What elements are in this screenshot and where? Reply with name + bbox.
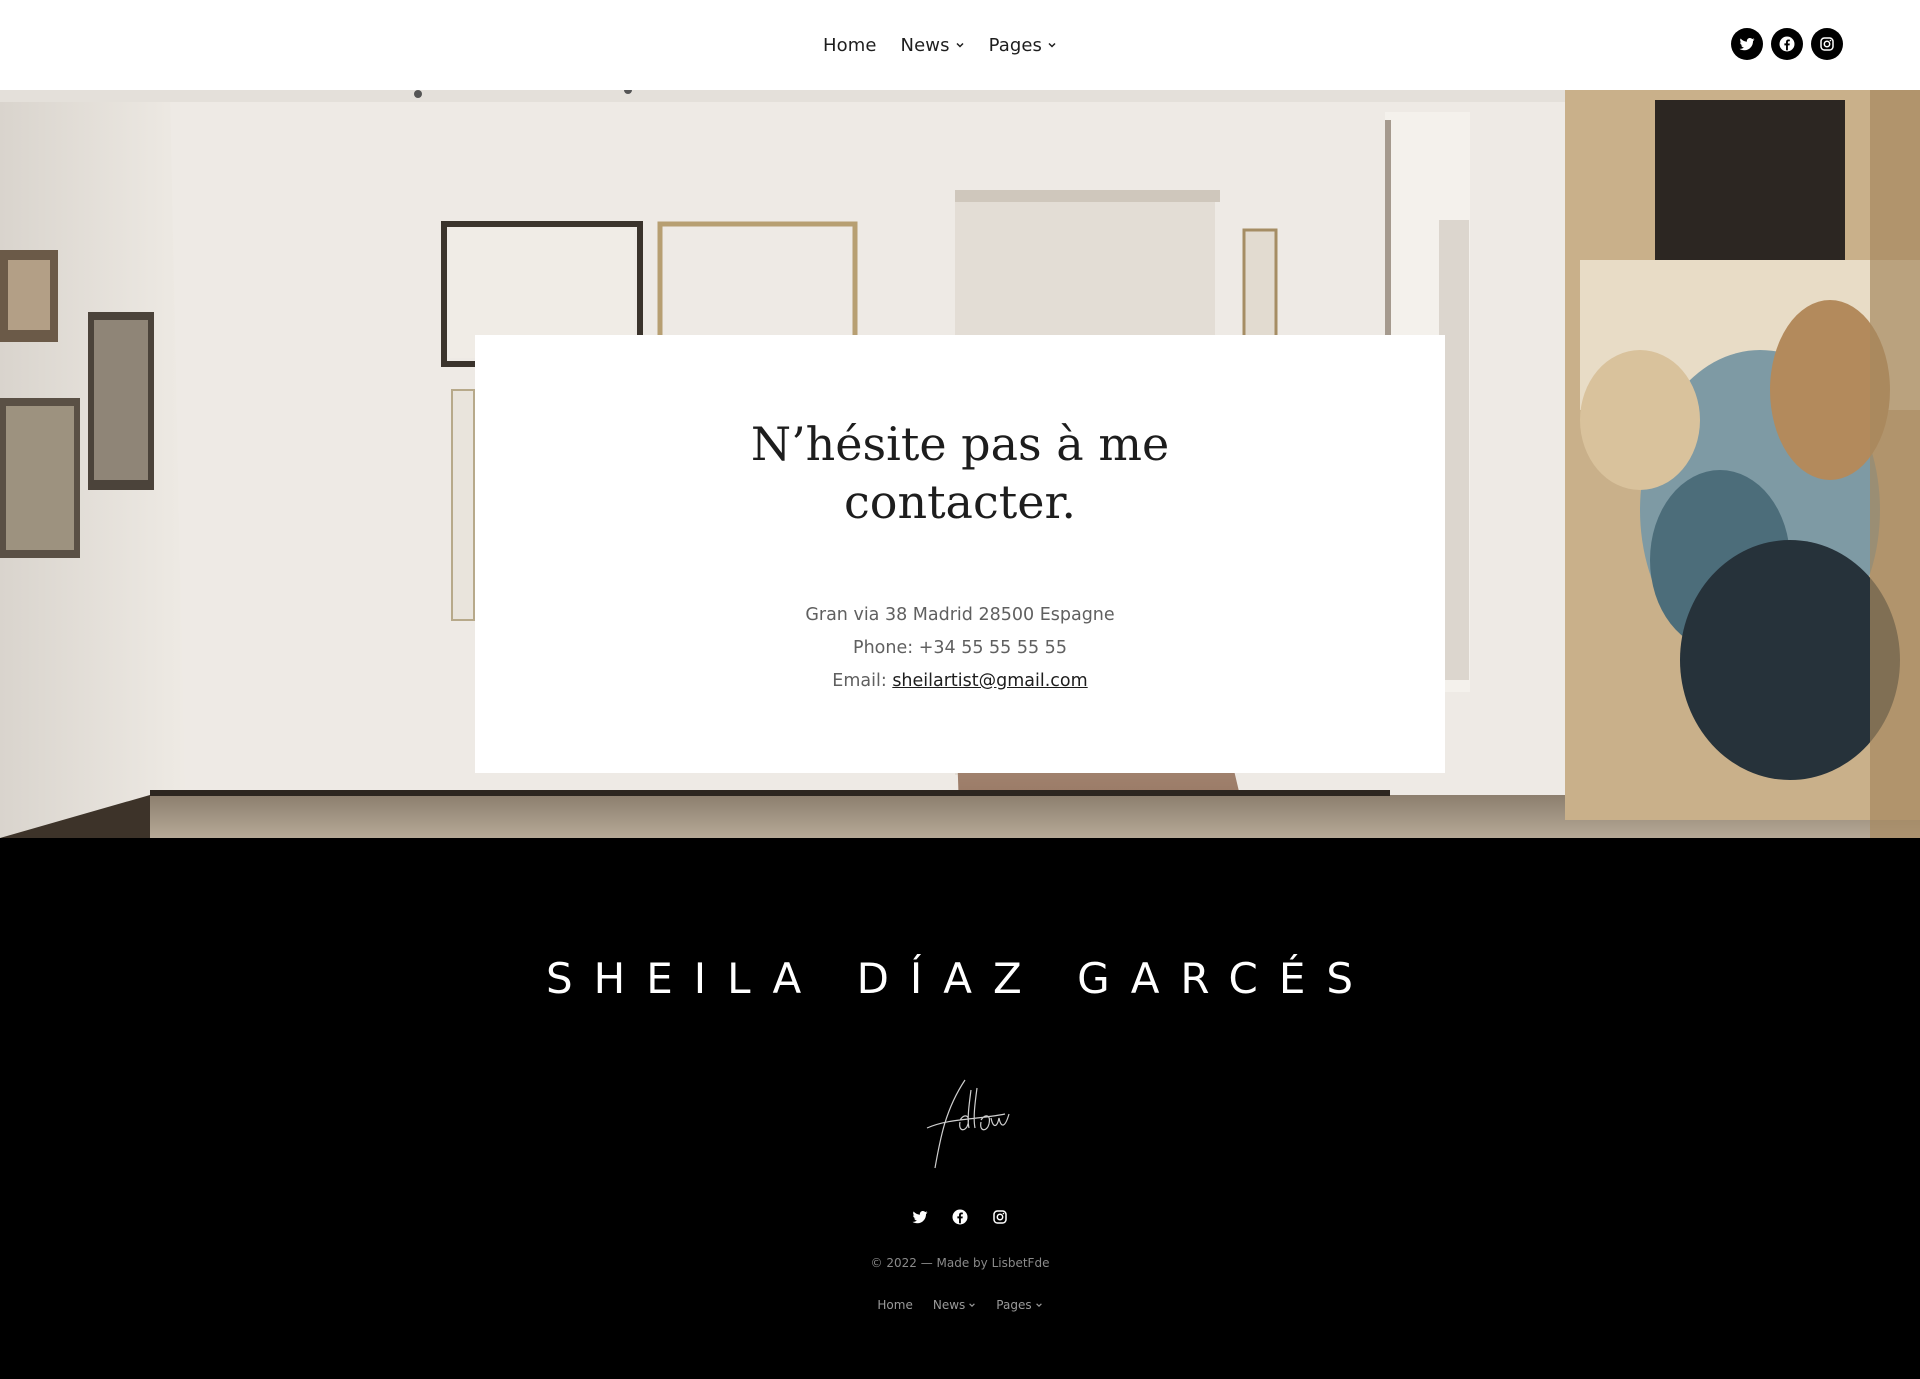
instagram-icon[interactable] (1811, 28, 1843, 60)
footer-social-links (0, 1206, 1920, 1228)
footer-nav-news[interactable]: News (933, 1298, 976, 1312)
nav-item-home-label: Home (822, 34, 877, 56)
chevron-down-icon (1035, 1303, 1042, 1308)
nav-item-news-label: News (900, 34, 950, 56)
footer-nav-pages[interactable]: Pages (996, 1298, 1042, 1312)
hero-gallery-image: N’hésite pas à me contacter. Gran via 38… (0, 90, 1920, 838)
footer-nav-pages-label: Pages (996, 1298, 1032, 1312)
twitter-icon[interactable] (909, 1206, 931, 1228)
contact-details: Gran via 38 Madrid 28500 Espagne Phone: … (475, 599, 1445, 698)
footer-brand-name: SHEILA DÍAZ GARCÉS (545, 954, 1375, 1003)
contact-card: N’hésite pas à me contacter. Gran via 38… (475, 335, 1445, 773)
nav-item-pages[interactable]: Pages (989, 35, 1057, 56)
site-header: Home News Pages (0, 0, 1920, 90)
facebook-icon[interactable] (949, 1206, 971, 1228)
footer-copyright: © 2022 — Made by LisbetFde (870, 1256, 1050, 1270)
contact-address: Gran via 38 Madrid 28500 Espagne (805, 605, 1115, 625)
twitter-icon[interactable] (1731, 28, 1763, 60)
contact-email-label: Email: (832, 671, 893, 691)
contact-email-line: Email: sheilartist@gmail.com (475, 665, 1445, 698)
site-footer: SHEILA DÍAZ GARCÉS © 2022 — Made by Lisb… (0, 838, 1920, 1379)
header-social-links (1731, 28, 1843, 60)
contact-phone: Phone: +34 55 55 55 55 (853, 638, 1067, 658)
nav-item-news[interactable]: News (901, 35, 965, 56)
follow-signature (926, 1079, 1010, 1169)
chevron-down-icon (1048, 42, 1056, 48)
chevron-down-icon (969, 1303, 976, 1308)
nav-item-pages-label: Pages (988, 34, 1043, 56)
chevron-down-icon (956, 42, 964, 48)
instagram-icon[interactable] (989, 1206, 1011, 1228)
footer-nav: Home News Pages (0, 1298, 1920, 1312)
footer-nav-home-label: Home (877, 1298, 913, 1312)
facebook-icon[interactable] (1771, 28, 1803, 60)
footer-nav-news-label: News (932, 1298, 966, 1312)
nav-item-home[interactable]: Home (823, 35, 877, 56)
footer-nav-home[interactable]: Home (877, 1298, 912, 1312)
contact-email-link[interactable]: sheilartist@gmail.com (892, 671, 1087, 691)
main-nav: Home News Pages (823, 35, 1057, 56)
contact-title: N’hésite pas à me contacter. (750, 417, 1170, 529)
